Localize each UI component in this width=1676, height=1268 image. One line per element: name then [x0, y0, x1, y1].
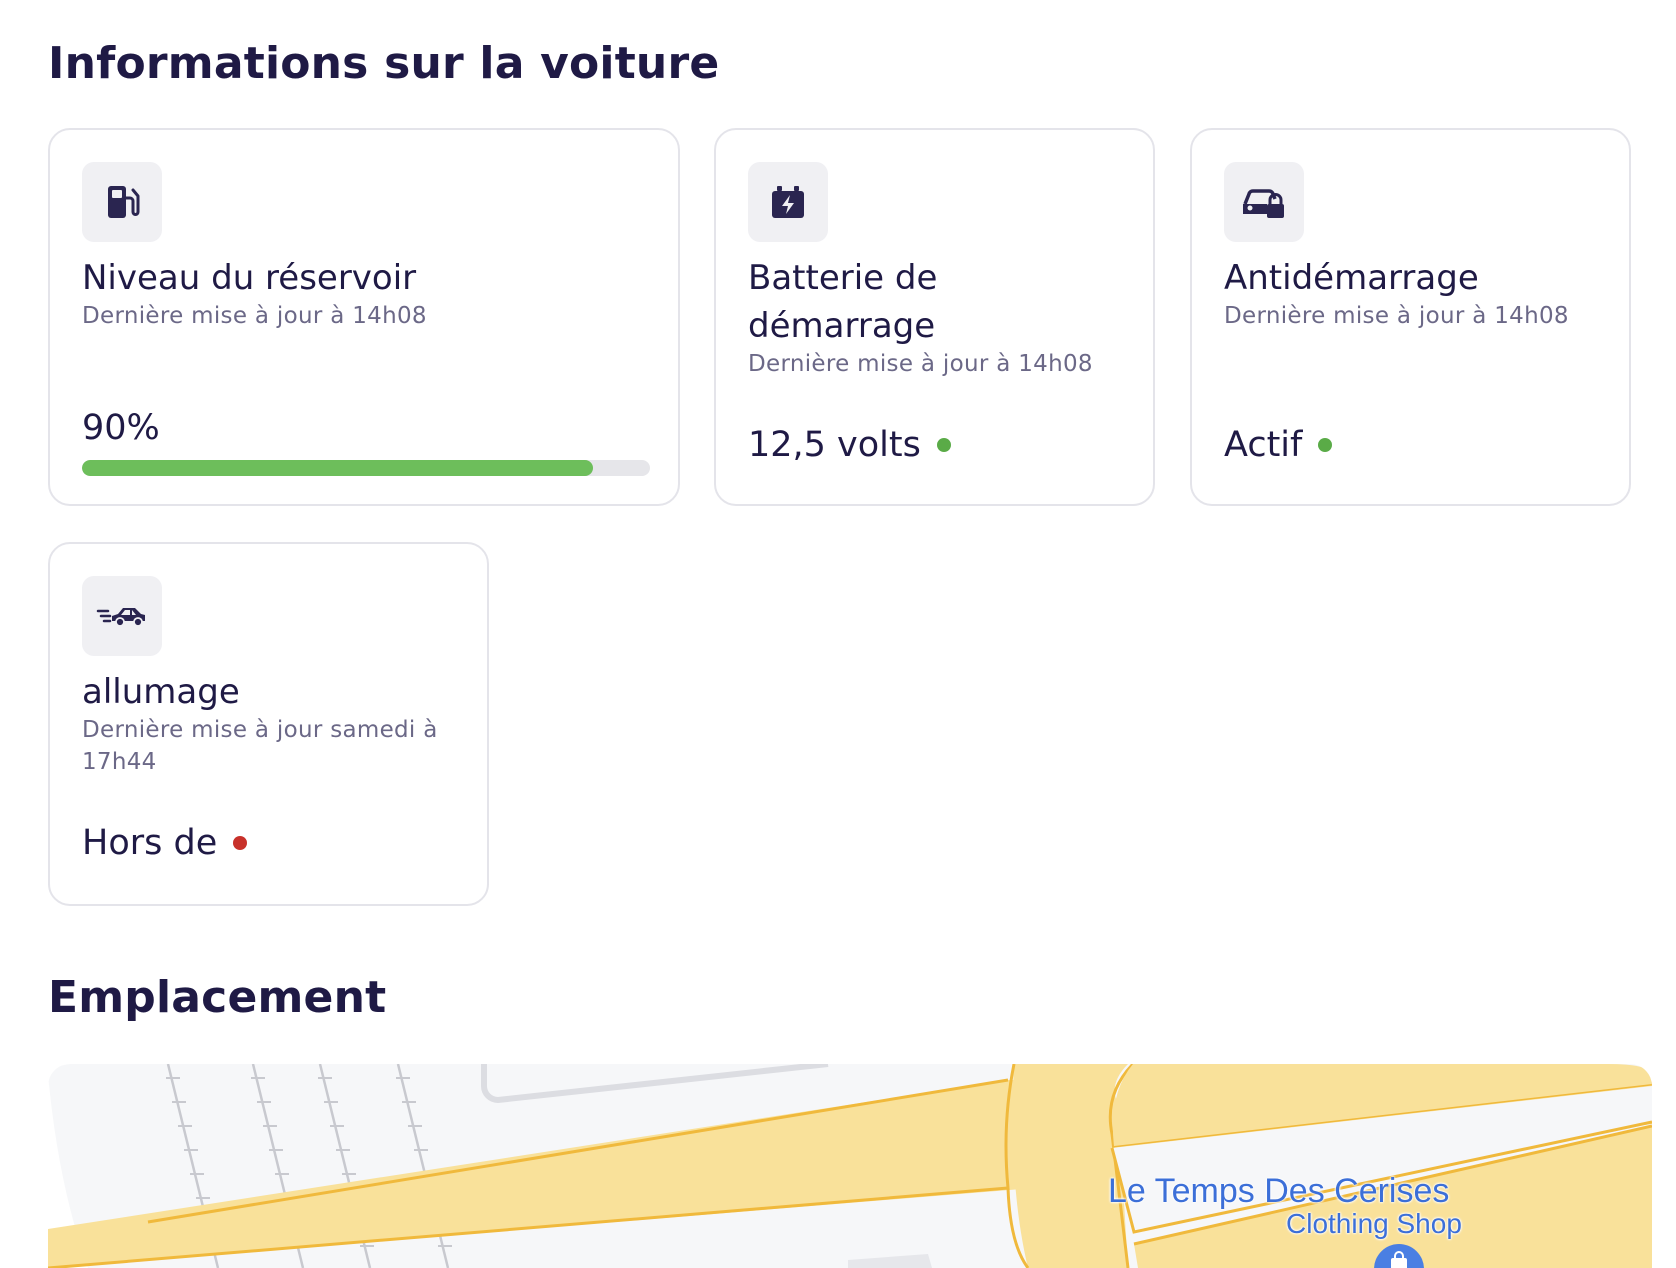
immobilizer-card-title: Antidémarrage	[1224, 258, 1479, 298]
immobilizer-card[interactable]: Antidémarrage Dernière mise à jour à 14h…	[1190, 128, 1631, 506]
immobilizer-status-value: Actif	[1224, 425, 1303, 465]
battery-voltage-value: 12,5 volts	[748, 425, 921, 465]
immobilizer-value-row: Actif	[1224, 425, 1333, 465]
battery-icon	[772, 186, 804, 218]
battery-card[interactable]: Batterie de démarrage Dernière mise à jo…	[714, 128, 1155, 506]
fuel-progress-fill	[82, 460, 594, 476]
moving-car-icon	[96, 608, 145, 627]
map-place-name[interactable]: Le Temps Des Cerises	[1108, 1172, 1449, 1211]
fuel-level-value: 90%	[82, 408, 160, 448]
battery-card-title: Batterie de démarrage	[748, 258, 938, 346]
battery-value-row: 12,5 volts	[748, 425, 951, 465]
ignition-last-updated: Dernière mise à jour samedi à 17h44	[82, 717, 438, 775]
immobilizer-status-dot	[1318, 438, 1333, 452]
fuel-last-updated: Dernière mise à jour à 14h08	[82, 303, 427, 329]
location-map[interactable]: Le Temps Des Cerises Clothing Shop	[48, 1064, 1652, 1268]
shopping-bag-icon	[1391, 1251, 1407, 1268]
fuel-progress-bar	[82, 460, 650, 476]
car-info-title: Informations sur la voiture	[48, 38, 720, 89]
battery-status-dot	[936, 438, 951, 452]
car-lock-icon	[1243, 189, 1284, 218]
ignition-card-title: allumage	[82, 672, 240, 712]
battery-last-updated: Dernière mise à jour à 14h08	[748, 351, 1093, 377]
ignition-status-value: Hors de	[82, 823, 218, 863]
ignition-status-dot	[233, 836, 248, 850]
fuel-pump-icon	[108, 186, 140, 218]
ignition-card[interactable]: allumage Dernière mise à jour samedi à 1…	[48, 542, 489, 906]
ignition-icon-box	[82, 576, 162, 656]
battery-icon-box	[748, 162, 828, 242]
immobilizer-last-updated: Dernière mise à jour à 14h08	[1224, 303, 1569, 329]
immobilizer-icon-box	[1224, 162, 1304, 242]
fuel-card-title: Niveau du réservoir	[82, 258, 417, 298]
fuel-level-card[interactable]: Niveau du réservoir Dernière mise à jour…	[48, 128, 680, 506]
fuel-icon-box	[82, 162, 162, 242]
ignition-value-row: Hors de	[82, 823, 248, 863]
location-title: Emplacement	[48, 972, 387, 1023]
map-place-type[interactable]: Clothing Shop	[1286, 1208, 1462, 1240]
